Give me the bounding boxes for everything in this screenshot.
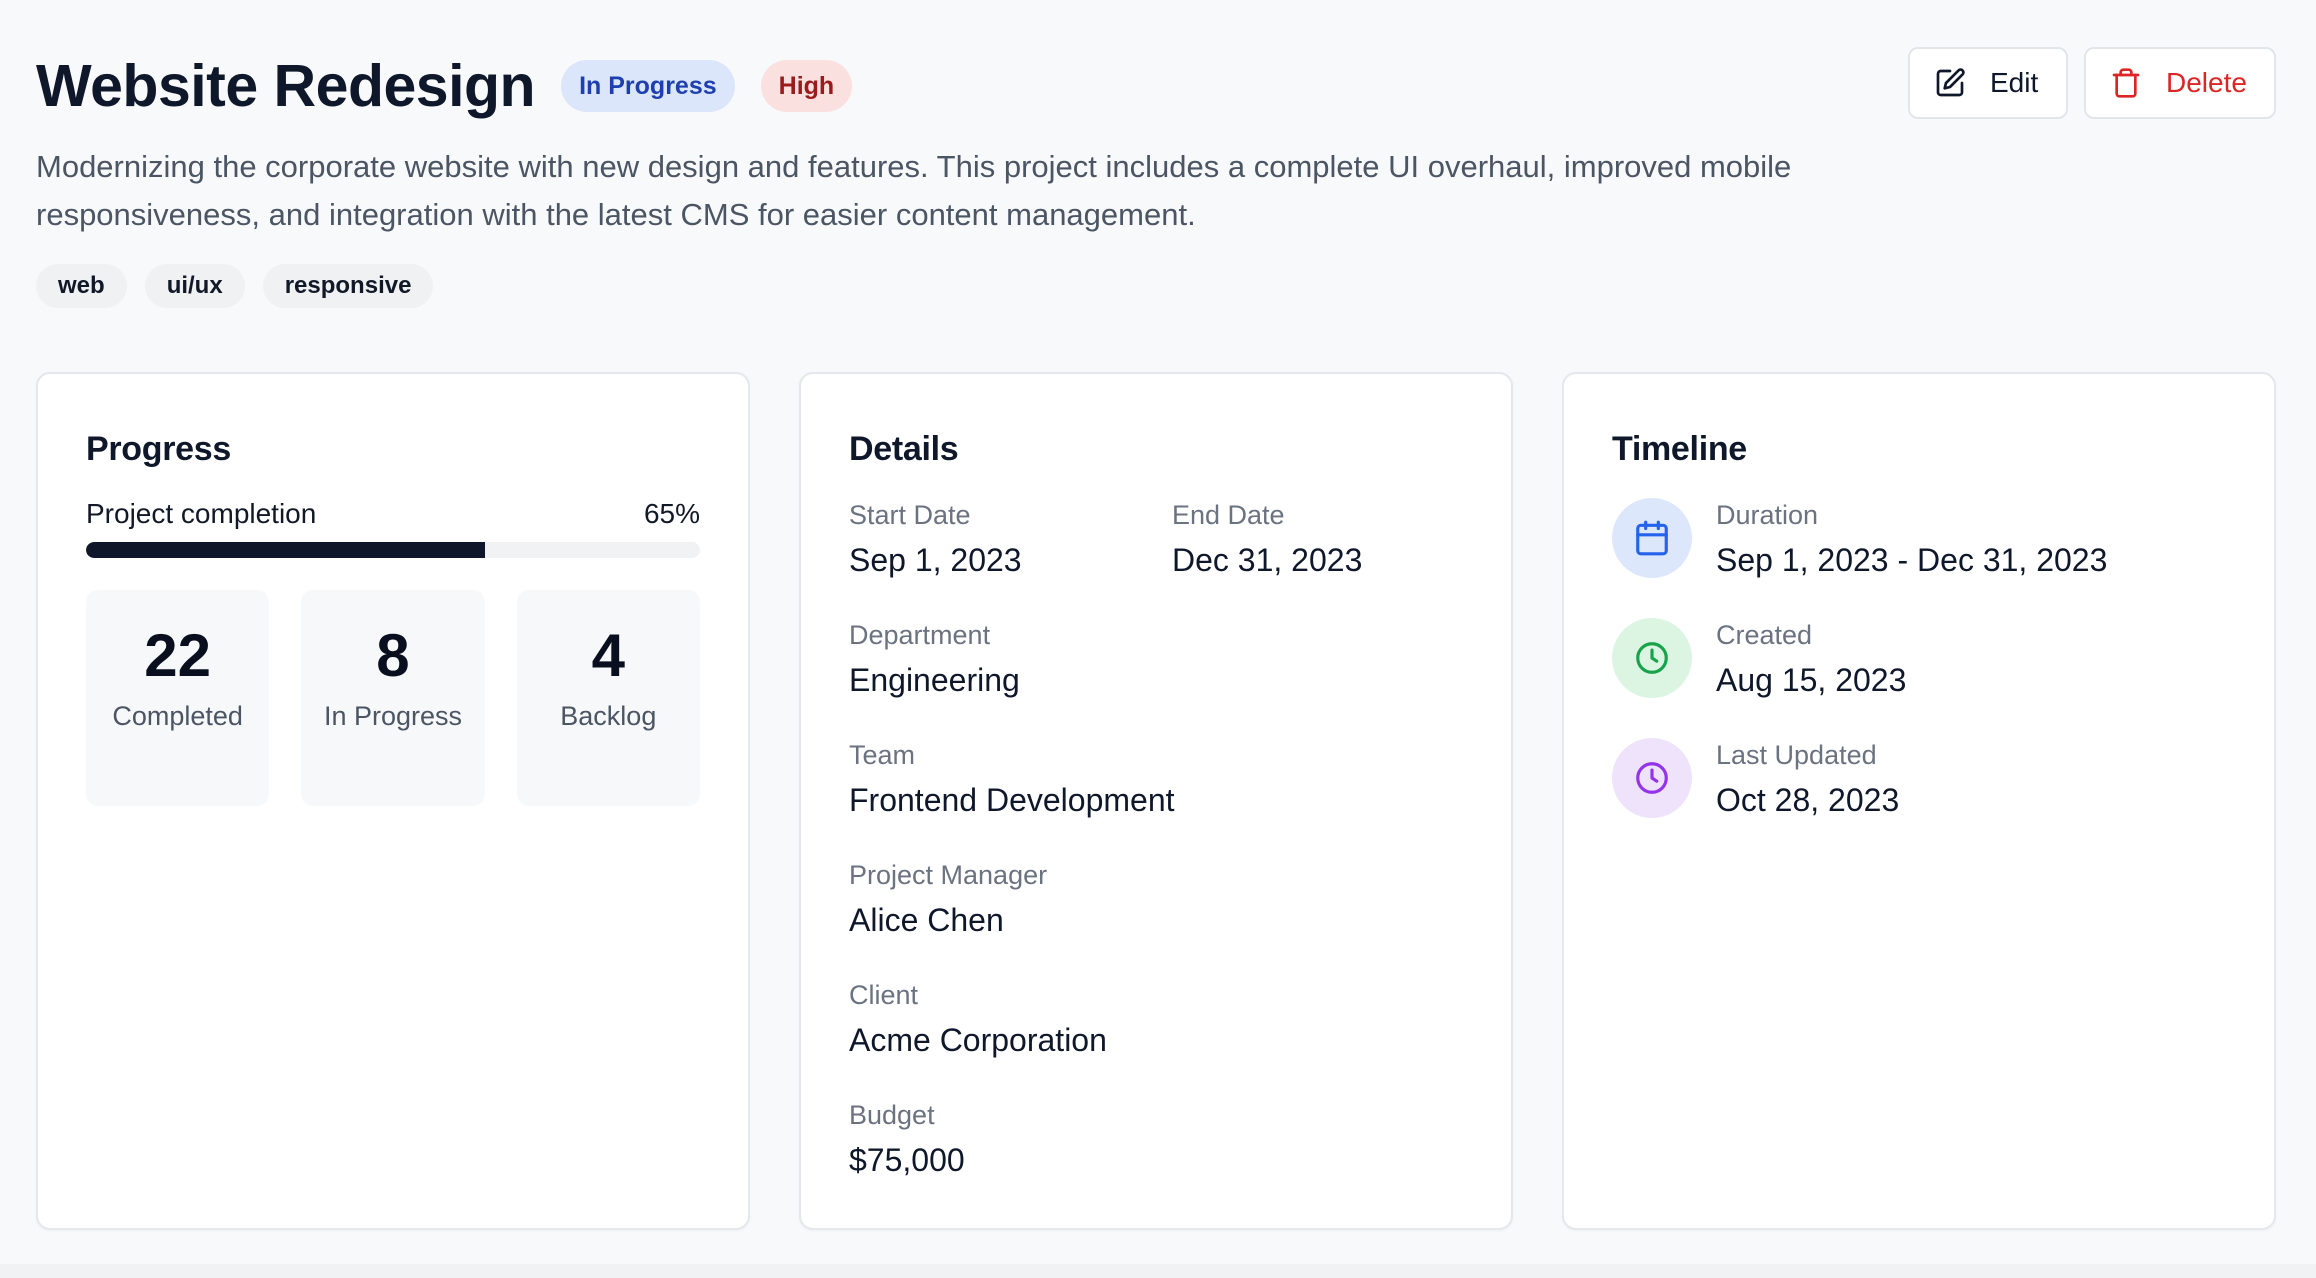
stat-in-progress: 8 In Progress bbox=[301, 590, 485, 806]
stat-value: 8 bbox=[376, 622, 410, 689]
field-value: Sep 1, 2023 bbox=[849, 542, 1022, 578]
page-bottom-edge bbox=[0, 1264, 2316, 1278]
field-label: Start Date bbox=[849, 500, 971, 530]
field-value: $75,000 bbox=[849, 1142, 965, 1178]
clock-icon bbox=[1612, 738, 1692, 818]
status-badge: In Progress bbox=[561, 60, 735, 112]
field-label: Department bbox=[849, 620, 991, 650]
field-value: Sep 1, 2023 - Dec 31, 2023 bbox=[1716, 542, 2108, 578]
department-field: Department Engineering bbox=[849, 618, 1020, 700]
task-stats: 22 Completed 8 In Progress 4 Backlog bbox=[86, 590, 700, 806]
priority-badge: High bbox=[760, 60, 853, 112]
field-label: Team bbox=[849, 740, 916, 770]
tag: ui/ux bbox=[144, 264, 245, 308]
edit-button-label: Edit bbox=[1990, 67, 2039, 98]
completion-row: Project completion 65% bbox=[86, 498, 700, 530]
field-label: Duration bbox=[1716, 500, 1819, 530]
field-value: Engineering bbox=[849, 662, 1020, 698]
timeline-last-updated: Last Updated Oct 28, 2023 bbox=[1612, 738, 2226, 820]
timeline-text: Created Aug 15, 2023 bbox=[1716, 618, 1906, 700]
progress-card: Progress Project completion 65% 22 Compl… bbox=[36, 372, 750, 1230]
client-field: Client Acme Corporation bbox=[849, 978, 1107, 1060]
field-value: Aug 15, 2023 bbox=[1716, 662, 1907, 698]
delete-button[interactable]: Delete bbox=[2084, 47, 2276, 119]
stat-value: 22 bbox=[144, 622, 212, 689]
edit-button[interactable]: Edit bbox=[1908, 47, 2068, 119]
start-date-field: Start Date Sep 1, 2023 bbox=[849, 498, 1022, 580]
field-value: Oct 28, 2023 bbox=[1716, 782, 1900, 818]
details-card-title: Details bbox=[849, 430, 959, 468]
header-actions: Edit Delete bbox=[1908, 47, 2276, 119]
clock-icon bbox=[1612, 618, 1692, 698]
edit-icon bbox=[1936, 68, 1965, 97]
timeline-card: Timeline Duration Sep 1, 2023 - Dec 31, … bbox=[1562, 372, 2276, 1230]
field-label: Created bbox=[1716, 620, 1813, 650]
timeline-duration: Duration Sep 1, 2023 - Dec 31, 2023 bbox=[1612, 498, 2226, 580]
field-value: Dec 31, 2023 bbox=[1172, 542, 1363, 578]
stat-label: Backlog bbox=[560, 701, 657, 731]
field-label: Budget bbox=[849, 1100, 935, 1130]
timeline-card-title: Timeline bbox=[1612, 430, 1747, 468]
tag: web bbox=[36, 264, 127, 308]
end-date-field: End Date Dec 31, 2023 bbox=[1172, 498, 1362, 580]
details-card: Details Start Date Sep 1, 2023 End Date … bbox=[799, 372, 1513, 1230]
trash-icon bbox=[2112, 68, 2140, 98]
team-field: Team Frontend Development bbox=[849, 738, 1175, 820]
stat-completed: 22 Completed bbox=[86, 590, 270, 806]
field-value: Alice Chen bbox=[849, 902, 1004, 938]
field-label: Last Updated bbox=[1716, 740, 1877, 770]
project-description: Modernizing the corporate website with n… bbox=[36, 149, 1792, 232]
delete-button-label: Delete bbox=[2166, 67, 2247, 98]
progress-card-title: Progress bbox=[86, 430, 232, 468]
budget-field: Budget $75,000 bbox=[849, 1098, 965, 1180]
timeline-text: Last Updated Oct 28, 2023 bbox=[1716, 738, 1899, 820]
field-label: Client bbox=[849, 980, 919, 1010]
stat-label: In Progress bbox=[323, 701, 463, 731]
field-label: Project Manager bbox=[849, 860, 1048, 890]
stat-label: Completed bbox=[112, 701, 243, 731]
progress-bar-fill bbox=[86, 542, 486, 558]
field-value: Frontend Development bbox=[849, 782, 1175, 818]
field-label: End Date bbox=[1172, 500, 1285, 530]
completion-percent: 65% bbox=[643, 498, 700, 529]
page-title: Website Redesign bbox=[36, 53, 536, 119]
timeline-text: Duration Sep 1, 2023 - Dec 31, 2023 bbox=[1716, 498, 2107, 580]
completion-label: Project completion bbox=[86, 498, 317, 529]
stat-value: 4 bbox=[591, 622, 625, 689]
calendar-icon bbox=[1612, 498, 1692, 578]
timeline-created: Created Aug 15, 2023 bbox=[1612, 618, 2226, 700]
project-manager-field: Project Manager Alice Chen bbox=[849, 858, 1047, 940]
stat-backlog: 4 Backlog bbox=[516, 590, 700, 806]
tag-list: web ui/ux responsive bbox=[36, 264, 434, 308]
project-header: Website Redesign In Progress High bbox=[36, 50, 853, 122]
progress-bar bbox=[86, 542, 700, 558]
tag: responsive bbox=[262, 264, 434, 308]
field-value: Acme Corporation bbox=[849, 1022, 1107, 1058]
